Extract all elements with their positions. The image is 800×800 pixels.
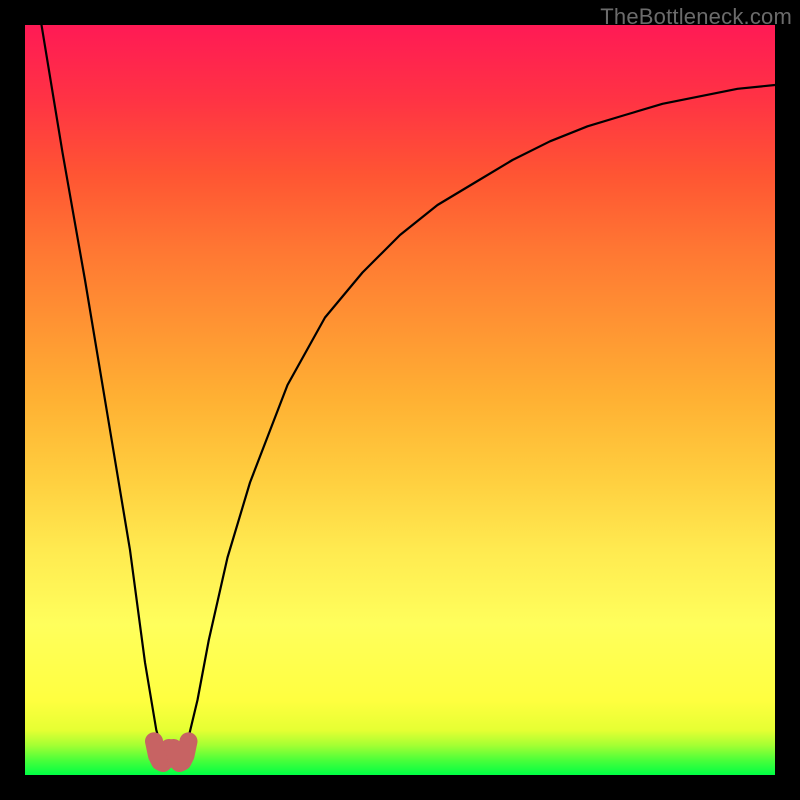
bottleneck-curve (42, 25, 776, 756)
watermark-text: TheBottleneck.com (600, 4, 792, 30)
nub-right (174, 741, 189, 763)
curve-layer (25, 25, 775, 775)
plot-area (25, 25, 775, 775)
chart-frame: TheBottleneck.com (0, 0, 800, 800)
